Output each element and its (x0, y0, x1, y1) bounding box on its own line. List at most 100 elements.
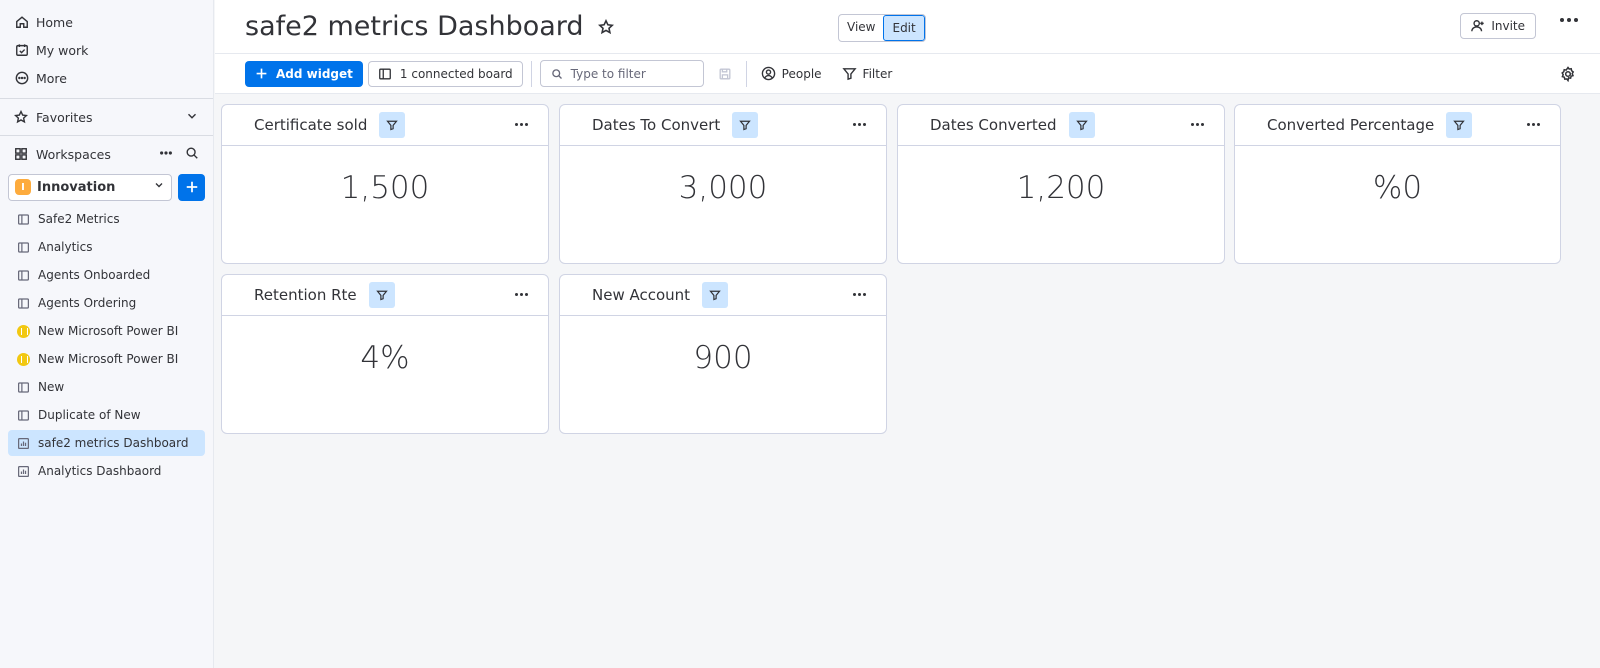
board-item-label: Analytics (38, 240, 93, 254)
widget-more-icon[interactable] (515, 123, 528, 126)
powerbi-icon (16, 352, 30, 366)
widget-value: 1,500 (340, 170, 430, 206)
widget-filter-icon[interactable] (1068, 112, 1095, 138)
plus-icon (186, 181, 197, 193)
board-item[interactable]: New Microsoft Power BI (8, 346, 205, 372)
dashboard-icon (16, 464, 30, 478)
board-item[interactable]: New (8, 374, 205, 400)
board-icon (16, 296, 30, 310)
widget-more-icon[interactable] (853, 293, 866, 296)
board-icon (16, 240, 30, 254)
nav-home[interactable]: Home (0, 8, 213, 36)
main-content: safe2 metrics Dashboard View Edit Invite… (215, 0, 1600, 668)
filter-button[interactable]: Filter (841, 66, 893, 81)
view-toggle-button[interactable]: View (839, 15, 883, 41)
board-item[interactable]: Agents Onboarded (8, 262, 205, 288)
board-item-label: Analytics Dashbaord (38, 464, 162, 478)
widget-more-icon[interactable] (1191, 123, 1204, 126)
favorites-toggle[interactable]: Favorites (0, 99, 213, 135)
widget-filter-icon[interactable] (1446, 112, 1473, 138)
widget-card[interactable]: Certificate sold 1,500 (221, 104, 549, 264)
widget-value: 4% (360, 340, 410, 376)
board-item-label: New (38, 380, 65, 394)
board-item-label: safe2 metrics Dashboard (38, 436, 189, 450)
widget-header: Certificate sold (222, 105, 548, 146)
board-icon (16, 380, 30, 394)
widget-card[interactable]: Dates Converted 1,200 (897, 104, 1225, 264)
more-options-icon[interactable] (1560, 18, 1578, 22)
connected-board-label: 1 connected board (399, 66, 513, 81)
widget-more-icon[interactable] (1527, 123, 1540, 126)
widget-value: 1,200 (1016, 170, 1106, 206)
chevron-down-icon (185, 109, 199, 126)
board-item[interactable]: Analytics Dashbaord (8, 458, 205, 484)
edit-toggle-button[interactable]: Edit (883, 15, 925, 41)
widget-title: Dates Converted (930, 116, 1057, 134)
board-item-label: Duplicate of New (38, 408, 141, 422)
page-header: safe2 metrics Dashboard View Edit Invite (215, 0, 1600, 54)
more-circle-icon (14, 71, 29, 86)
workspace-more-icon[interactable] (159, 146, 173, 163)
widget-card[interactable]: Converted Percentage %0 (1234, 104, 1561, 264)
board-item-active[interactable]: safe2 metrics Dashboard (8, 430, 205, 456)
nav-my-work-label: My work (36, 42, 89, 58)
board-item[interactable]: Agents Ordering (8, 290, 205, 316)
add-workspace-item-button[interactable] (178, 173, 205, 201)
nav-more[interactable]: More (0, 64, 213, 92)
invite-button[interactable]: Invite (1460, 13, 1536, 39)
widget-title: Dates To Convert (592, 116, 721, 134)
search-icon (551, 68, 562, 79)
widget-header: Converted Percentage (1235, 105, 1560, 146)
chevron-down-icon (153, 179, 165, 195)
nav-home-label: Home (36, 14, 73, 30)
board-item-label: Agents Ordering (38, 296, 137, 310)
divider (530, 60, 532, 87)
widget-filter-icon[interactable] (702, 282, 729, 308)
widget-title: Converted Percentage (1267, 116, 1435, 134)
save-view-icon[interactable] (718, 67, 732, 81)
view-edit-toggle: View Edit (838, 14, 926, 42)
board-item[interactable]: New Microsoft Power BI (8, 318, 205, 344)
board-item-label: New Microsoft Power BI (38, 324, 179, 338)
toolbar: Add widget 1 connected board Type to fil… (215, 54, 1600, 94)
widget-header: Dates Converted (898, 105, 1224, 146)
add-user-icon (1471, 20, 1485, 32)
workspace-name: Innovation (37, 179, 116, 195)
filter-label: Filter (862, 66, 893, 81)
board-item[interactable]: Safe2 Metrics (8, 206, 205, 232)
widget-more-icon[interactable] (515, 293, 528, 296)
page-title[interactable]: safe2 metrics Dashboard (245, 11, 584, 42)
gear-icon[interactable] (1560, 66, 1576, 82)
board-icon (16, 408, 30, 422)
filter-search-input[interactable]: Type to filter (539, 60, 704, 87)
board-icon (379, 68, 391, 79)
people-filter-button[interactable]: People (761, 66, 822, 81)
add-widget-label: Add widget (276, 66, 353, 81)
powerbi-icon (16, 324, 30, 338)
widget-filter-icon[interactable] (732, 112, 759, 138)
workspace-selector[interactable]: I Innovation (8, 173, 172, 201)
search-icon[interactable] (185, 146, 199, 163)
widget-more-icon[interactable] (853, 123, 866, 126)
nav-my-work[interactable]: My work (0, 36, 213, 64)
board-list: Safe2 Metrics Analytics Agents Onboarded… (0, 206, 213, 484)
star-icon (14, 109, 29, 125)
board-item-label: Safe2 Metrics (38, 212, 120, 226)
board-item[interactable]: Analytics (8, 234, 205, 260)
add-widget-button[interactable]: Add widget (245, 60, 363, 87)
widget-card[interactable]: Dates To Convert 3,000 (559, 104, 887, 264)
board-item-label: New Microsoft Power BI (38, 352, 179, 366)
widget-filter-icon[interactable] (368, 282, 395, 308)
favorite-star-icon[interactable] (597, 18, 614, 35)
invite-label: Invite (1491, 19, 1525, 33)
board-icon (16, 212, 30, 226)
nav-more-label: More (36, 70, 67, 86)
calendar-check-icon (14, 43, 29, 58)
people-label: People (781, 66, 822, 81)
home-icon (14, 15, 29, 30)
connected-board-button[interactable]: 1 connected board (367, 60, 523, 87)
board-item[interactable]: Duplicate of New (8, 402, 205, 428)
widget-card[interactable]: Retention Rte 4% (221, 274, 549, 434)
widget-card[interactable]: New Account 900 (559, 274, 887, 434)
widget-filter-icon[interactable] (379, 112, 406, 138)
